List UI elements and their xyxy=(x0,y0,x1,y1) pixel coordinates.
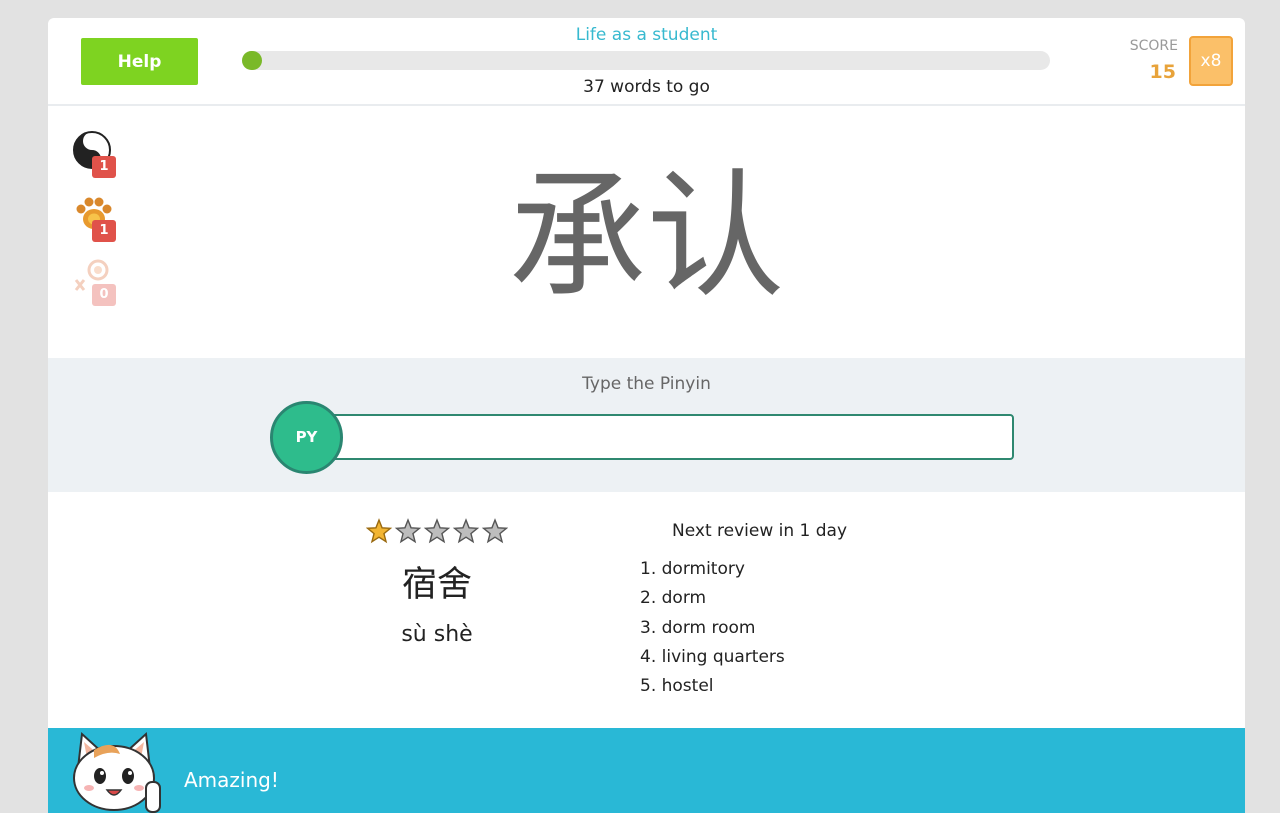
previous-pinyin: sù shè xyxy=(401,622,473,647)
progress-fill xyxy=(242,51,262,70)
list-item: 3. dorm room xyxy=(640,617,756,638)
score-label: SCORE xyxy=(1129,38,1178,54)
star-empty-icon xyxy=(452,518,480,544)
score-value: 15 xyxy=(1149,61,1176,83)
star-empty-icon xyxy=(394,518,422,544)
previous-hanzi: 宿舍 xyxy=(401,565,472,605)
course-title: Life as a student xyxy=(575,25,718,45)
feedback-bar: Amazing! xyxy=(48,728,1245,813)
feedback-message: Amazing! xyxy=(184,768,279,792)
progress-bar xyxy=(242,51,1050,70)
words-to-go: 37 words to go xyxy=(583,77,710,97)
list-item: 2. dorm xyxy=(640,588,707,609)
star-empty-icon xyxy=(423,518,451,544)
cat-mascot-icon xyxy=(73,731,161,813)
list-item: 1. dormitory xyxy=(640,559,745,579)
rating-stars xyxy=(366,518,508,544)
star-filled-icon xyxy=(366,518,393,544)
score-multiplier: x8 xyxy=(1189,36,1233,86)
current-hanzi: 承认 xyxy=(508,156,785,317)
star-empty-icon xyxy=(481,518,508,544)
header: Help Life as a student 37 words to go SC… xyxy=(48,18,1245,106)
meaning-list: 1. dormitory 2. dorm 3. dorm room 4. liv… xyxy=(640,558,785,704)
pinyin-input[interactable] xyxy=(288,414,1014,460)
pinyin-badge: PY xyxy=(270,401,343,474)
answer-section: Type the Pinyin PY xyxy=(48,358,1245,492)
answer-prompt: Type the Pinyin xyxy=(582,374,711,394)
review-card: Help Life as a student 37 words to go SC… xyxy=(48,18,1245,813)
list-item: 5. hostel xyxy=(640,676,714,697)
next-review: Next review in 1 day xyxy=(672,521,848,541)
list-item: 4. living quarters xyxy=(640,646,785,667)
